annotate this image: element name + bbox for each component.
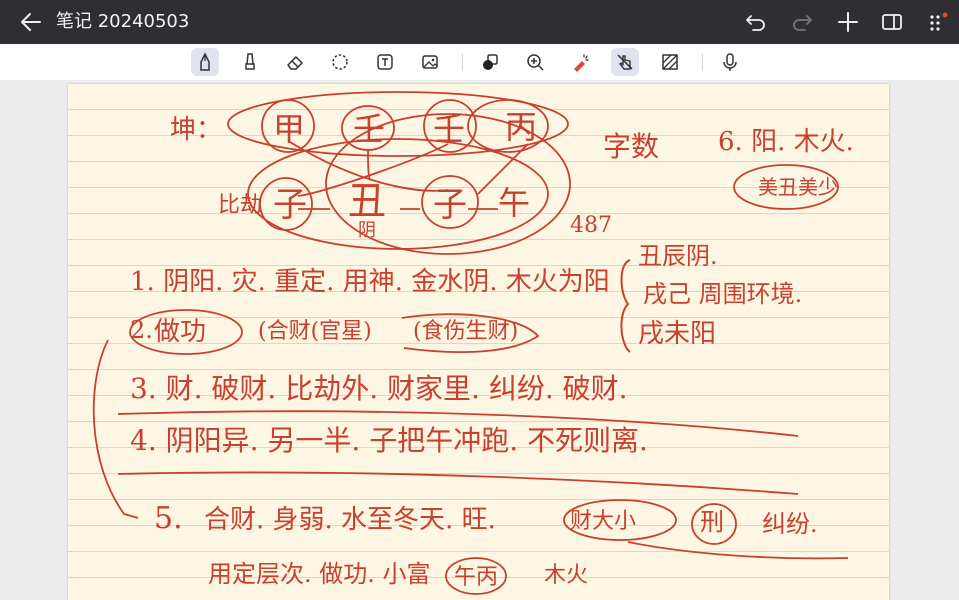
shape-icon[interactable] (476, 48, 504, 76)
hw-side-3: 戌未阳 (638, 319, 716, 349)
eraser-icon[interactable] (281, 48, 309, 76)
more-icon[interactable] (926, 10, 950, 34)
hw-line-5-num: 5. (154, 501, 183, 536)
text-box-icon[interactable] (371, 48, 399, 76)
toolbar-divider (702, 53, 703, 71)
hw-side-1: 丑辰阴. (638, 242, 718, 270)
title-bar: 笔记 20240503 (0, 0, 959, 44)
zoom-icon[interactable] (521, 48, 549, 76)
hw-r1-stem-1: 甲 (273, 110, 305, 148)
hw-r2-branch-4: 午 (498, 184, 530, 222)
pen-icon[interactable] (191, 48, 219, 76)
sidebar-icon[interactable] (880, 10, 904, 34)
hw-line-1: 1. 阴阳. 灾. 重定. 用神. 金水阴. 木火为阳 (130, 267, 610, 297)
note-title: 笔记 20240503 (56, 11, 190, 32)
hw-underline-4 (117, 471, 799, 495)
handwriting-layer: 坤： 甲 壬 壬 丙 字数 6. 阳. 木火. 比劫 子 丑 子 午 阴 美丑美… (92, 91, 854, 595)
hw-r2-side-note: 美丑美少 (758, 175, 838, 199)
hw-r1-count: 字数 (603, 130, 659, 163)
hw-line-5-wealth: 财大小 (570, 509, 636, 534)
note-page[interactable]: 坤： 甲 壬 壬 丙 字数 6. 阳. 木火. 比劫 子 丑 子 午 阴 美丑美… (68, 84, 889, 600)
microphone-icon[interactable] (716, 48, 744, 76)
hw-r1-label: 坤： (170, 115, 222, 145)
hw-line-3: 3. 财. 破财. 比劫外. 财家里. 纠纷. 破财. (130, 372, 628, 405)
back-arrow-icon[interactable] (18, 10, 44, 34)
hw-line-2-food: (食伤生财) (413, 319, 518, 344)
canvas-area[interactable]: 坤： 甲 壬 壬 丙 字数 6. 阳. 木火. 比劫 子 丑 子 午 阴 美丑美… (0, 81, 959, 600)
undo-icon[interactable] (744, 10, 768, 34)
hw-line-5-dispute: 纠纷. (762, 510, 818, 538)
toolbar-divider (462, 53, 463, 71)
hw-r2-label: 比劫 (218, 193, 262, 218)
hw-line-5-text: 合财. 身弱. 水至冬天. 旺. (204, 505, 496, 535)
hw-side-2: 戌己 周围环境. (643, 280, 802, 308)
hw-line-4: 4. 阴阳异. 另一半. 子把午冲跑. 不死则离. (130, 424, 648, 457)
highlighter-icon[interactable] (236, 48, 264, 76)
drawing-toolbar (0, 44, 959, 81)
hw-r2-branch-1: 子 (273, 185, 307, 225)
hw-line-2-work: 做功 (154, 317, 206, 347)
hw-line-5-xing: 刑 (700, 508, 724, 536)
hw-r2-number: 487 (570, 213, 612, 238)
hw-line-2-he: (合财(官星) (258, 319, 372, 344)
laser-pointer-icon[interactable] (566, 48, 594, 76)
hw-r1-note: 6. 阳. 木火. (718, 127, 854, 157)
hw-line-6-circled: 午丙 (454, 565, 498, 590)
hw-line-6-wood-fire: 木火 (544, 563, 588, 588)
touch-draw-icon[interactable] (611, 48, 639, 76)
hw-brace (620, 259, 631, 353)
image-icon[interactable] (416, 48, 444, 76)
paper-pattern-icon[interactable] (656, 48, 684, 76)
hw-r2-yin: 阴 (358, 220, 376, 241)
hw-r1-stem-2: 壬 (353, 110, 385, 148)
hw-line-6-text: 用定层次. 做功. 小富 (208, 560, 431, 588)
lasso-icon[interactable] (326, 48, 354, 76)
add-icon[interactable] (836, 10, 860, 34)
hw-r2-branch-2: 丑 (348, 179, 386, 223)
redo-icon[interactable] (790, 10, 814, 34)
